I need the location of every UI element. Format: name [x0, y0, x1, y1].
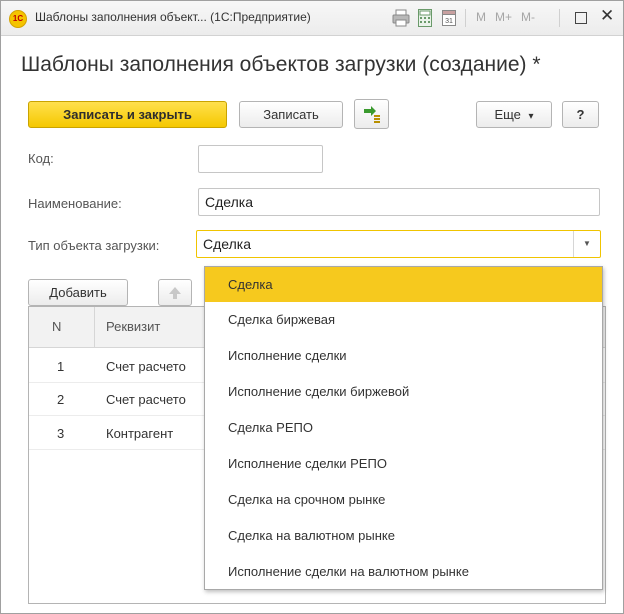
object-type-select[interactable]: Сделка ▼	[196, 230, 601, 258]
window-title: Шаблоны заполнения объект... (1С:Предпри…	[35, 10, 311, 24]
calendar-icon[interactable]: 31	[442, 9, 456, 27]
dropdown-arrow-icon[interactable]: ▼	[573, 231, 600, 257]
row-number: 2	[57, 392, 65, 407]
close-window-button[interactable]: ✕	[600, 6, 614, 26]
memory-subtract-button[interactable]: M-	[521, 10, 535, 24]
row-number: 3	[57, 426, 65, 441]
code-label: Код:	[28, 151, 54, 166]
save-button[interactable]: Записать	[239, 101, 343, 128]
row-attribute: Контрагент	[106, 426, 174, 441]
row-attribute: Счет расчето	[106, 359, 186, 374]
dropdown-option[interactable]: Сделка биржевая	[205, 302, 602, 337]
more-label: Еще	[494, 107, 521, 122]
help-button[interactable]: ?	[562, 101, 599, 128]
dropdown-option[interactable]: Исполнение сделки РЕПО	[205, 446, 602, 481]
app-logo: 1С	[9, 10, 27, 28]
app-window: 1С Шаблоны заполнения объект... (1С:Пред…	[0, 0, 624, 614]
add-button[interactable]: Добавить	[28, 279, 128, 306]
name-field[interactable]: Сделка	[198, 188, 600, 216]
toolbar-separator	[465, 9, 466, 27]
row-attribute: Счет расчето	[106, 392, 186, 407]
page-title: Шаблоны заполнения объектов загрузки (со…	[21, 53, 541, 76]
dropdown-option-selected[interactable]: Сделка	[205, 267, 602, 302]
more-button[interactable]: Еще ▾	[476, 101, 552, 128]
dropdown-option[interactable]: Исполнение сделки на валютном рынке	[205, 554, 602, 589]
arrow-up-icon	[169, 287, 181, 299]
save-and-close-button[interactable]: Записать и закрыть	[28, 101, 227, 128]
memory-add-button[interactable]: M+	[495, 10, 512, 24]
column-header-n[interactable]: N	[52, 319, 61, 334]
dropdown-option[interactable]: Исполнение сделки биржевой	[205, 374, 602, 409]
calculator-icon[interactable]	[418, 9, 432, 27]
object-type-label: Тип объекта загрузки:	[28, 238, 160, 253]
row-number: 1	[57, 359, 65, 374]
object-type-dropdown[interactable]: Сделка Сделка биржевая Исполнение сделки…	[204, 266, 603, 590]
name-label: Наименование:	[28, 196, 122, 211]
column-header-attribute[interactable]: Реквизит	[106, 319, 160, 334]
memory-button[interactable]: M	[476, 10, 486, 24]
more-arrow-icon: ▾	[528, 111, 534, 122]
fill-arrow-icon	[363, 106, 380, 123]
calendar-day: 31	[445, 18, 453, 25]
print-icon[interactable]	[392, 9, 410, 27]
code-field[interactable]	[198, 145, 323, 173]
column-separator	[94, 307, 95, 347]
dropdown-option[interactable]: Сделка на срочном рынке	[205, 482, 602, 517]
object-type-value: Сделка	[203, 236, 251, 252]
dropdown-option[interactable]: Сделка РЕПО	[205, 410, 602, 445]
dropdown-option[interactable]: Исполнение сделки	[205, 338, 602, 373]
fill-button[interactable]	[354, 99, 389, 129]
move-up-button[interactable]	[158, 279, 192, 306]
restore-window-button[interactable]	[575, 12, 587, 24]
title-bar: 1С Шаблоны заполнения объект... (1С:Пред…	[1, 1, 623, 36]
toolbar-separator	[559, 9, 560, 27]
dropdown-option[interactable]: Сделка на валютном рынке	[205, 518, 602, 553]
